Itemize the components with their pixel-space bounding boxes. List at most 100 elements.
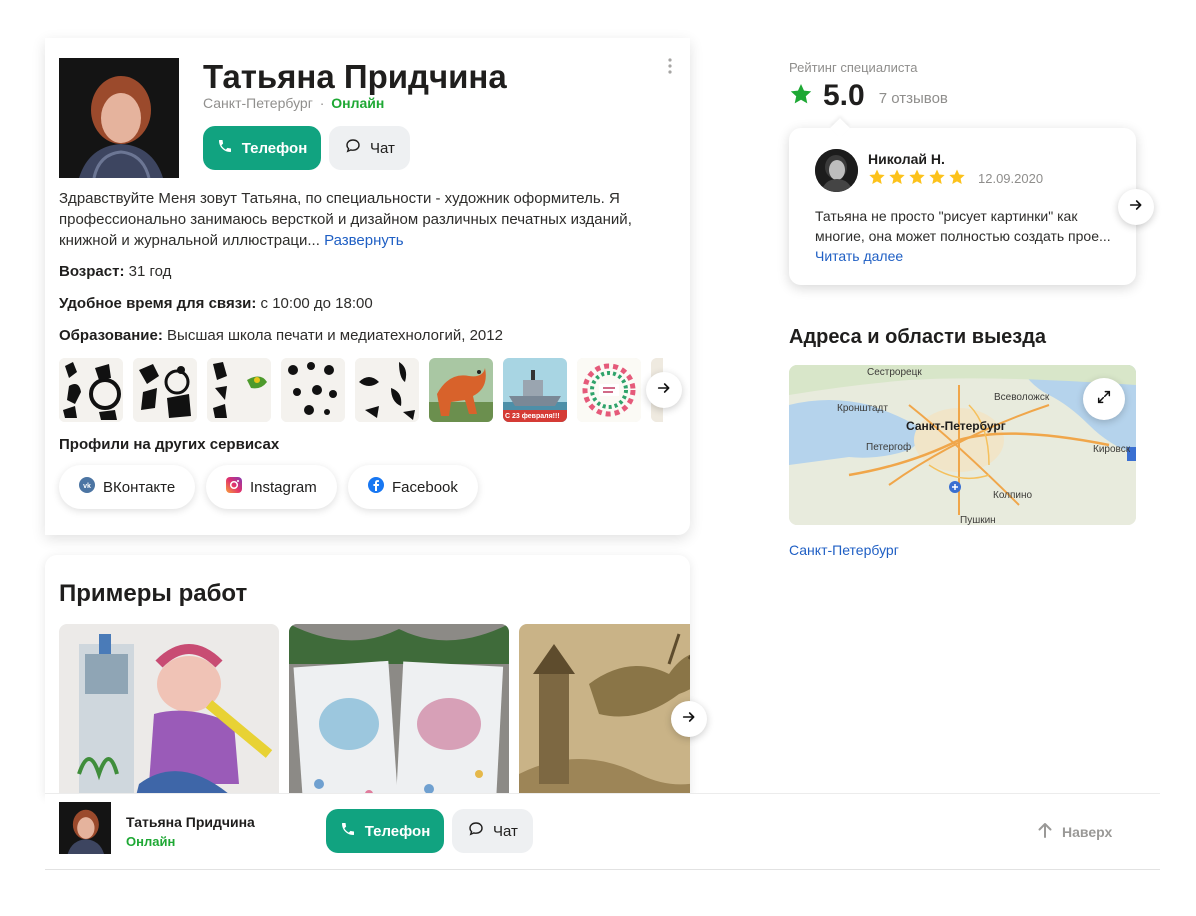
map-label-kronshtadt: Кронштадт: [837, 403, 888, 414]
bottom-chat-label: Чат: [493, 822, 518, 840]
review-card[interactable]: Николай Н. 12.09.2020 Татьяна не просто …: [789, 118, 1136, 285]
rating-value: 5.0: [823, 79, 865, 112]
facebook-profile-button[interactable]: Facebook: [348, 465, 478, 509]
reviewer-avatar: [815, 149, 858, 192]
education-label: Образование:: [59, 327, 163, 344]
review-text: Татьяна не просто "рисует картинки" как …: [815, 208, 1111, 244]
facebook-icon: [368, 477, 384, 497]
sticky-bottom-bar: Татьяна Придчина Онлайн Телефон Чат Наве…: [45, 793, 1160, 870]
specialist-name: Татьяна Придчина: [203, 58, 507, 95]
phone-button-label: Телефон: [241, 139, 308, 157]
map-label-pushkin: Пушкин: [960, 515, 996, 525]
bottom-bar-avatar: [59, 802, 111, 854]
review-star-icon: [869, 169, 885, 185]
map-label-vsevolozhsk: Всеволожск: [994, 392, 1050, 403]
service-area-map[interactable]: Сестрорецк Всеволожск Кронштадт Санкт-Пе…: [789, 365, 1136, 525]
works-next-button[interactable]: [671, 701, 707, 737]
chat-button[interactable]: Чат: [329, 126, 410, 170]
age-row: Возраст: 31 год: [59, 263, 171, 280]
rating-label: Рейтинг специалиста: [789, 60, 918, 75]
contact-time-row: Удобное время для связи: с 10:00 до 18:0…: [59, 295, 373, 312]
portfolio-thumbnail[interactable]: [59, 358, 123, 422]
education-row: Образование: Высшая школа печати и медиа…: [59, 327, 503, 344]
separator: ·: [319, 95, 325, 111]
bottom-phone-button[interactable]: Телефон: [326, 809, 444, 853]
vk-label: ВКонтакте: [103, 478, 176, 496]
portfolio-thumbnail[interactable]: С 23 февраля!!!: [503, 358, 567, 422]
instagram-icon: [226, 477, 242, 497]
expand-icon: [1096, 389, 1112, 410]
scroll-to-top-button[interactable]: Наверх: [1038, 822, 1112, 841]
profile-card: Татьяна Придчина Санкт-Петербург · Онлай…: [45, 38, 690, 535]
chat-button-label: Чат: [370, 139, 395, 157]
bottom-chat-button[interactable]: Чат: [452, 809, 533, 853]
review-star-icon: [929, 169, 945, 185]
portfolio-thumbnail[interactable]: [577, 358, 641, 422]
map-label-kirovsk: Кировск: [1093, 444, 1131, 455]
city-text: Санкт-Петербург: [203, 95, 313, 111]
portfolio-thumbnail[interactable]: [429, 358, 493, 422]
works-title: Примеры работ: [59, 580, 248, 607]
portfolio-thumbnail[interactable]: [281, 358, 345, 422]
avatar: [59, 58, 179, 178]
map-label-kolpino: Колпино: [993, 490, 1033, 501]
addresses-title: Адреса и области выезда: [789, 326, 1047, 348]
bottom-bar-status: Онлайн: [126, 834, 176, 849]
star-icon: [789, 82, 813, 111]
location-status: Санкт-Петербург · Онлайн: [203, 95, 384, 111]
read-more-link[interactable]: Читать далее: [815, 248, 903, 264]
arrow-right-icon: [656, 380, 672, 401]
facebook-label: Facebook: [392, 478, 458, 496]
more-options-icon[interactable]: [665, 58, 675, 76]
arrow-right-icon: [1128, 197, 1144, 218]
arrow-up-icon: [1038, 822, 1052, 841]
contact-time-label: Удобное время для связи:: [59, 295, 257, 312]
review-stars: [868, 168, 966, 186]
education-value: Высшая школа печати и медиатехнологий, 2…: [167, 327, 503, 344]
map-label-peterhof: Петергоф: [866, 442, 912, 453]
phone-icon: [340, 821, 356, 841]
arrow-right-icon: [681, 709, 697, 730]
vk-profile-button[interactable]: vk ВКонтакте: [59, 465, 196, 509]
rating-summary: 5.0 7 отзывов: [789, 79, 948, 113]
map-label-sestroretsk: Сестрорецк: [867, 367, 922, 378]
phone-icon: [217, 138, 233, 158]
reviews-next-button[interactable]: [1118, 189, 1154, 225]
review-star-icon: [949, 169, 965, 185]
thumbnails-next-button[interactable]: [646, 372, 682, 408]
review-date: 12.09.2020: [978, 171, 1044, 186]
review-card-notch: [830, 118, 850, 138]
expand-link[interactable]: Развернуть: [324, 232, 404, 249]
bottom-phone-label: Телефон: [364, 822, 431, 840]
chat-icon: [344, 137, 362, 159]
vk-icon: vk: [79, 477, 95, 497]
review-star-icon: [889, 169, 905, 185]
review-star-icon: [909, 169, 925, 185]
profile-description: Здравствуйте Меня зовут Татьяна, по спец…: [59, 188, 659, 251]
scroll-to-top-label: Наверх: [1062, 823, 1113, 840]
portfolio-thumbnails: С 23 февраля!!!: [59, 358, 663, 422]
portfolio-thumbnail[interactable]: [207, 358, 271, 422]
age-label: Возраст:: [59, 263, 125, 280]
bottom-bar-name: Татьяна Придчина: [126, 814, 255, 830]
chat-icon: [467, 820, 485, 842]
other-profiles-title: Профили на других сервисах: [59, 436, 280, 453]
work-image[interactable]: [59, 624, 279, 795]
work-image[interactable]: [519, 624, 690, 795]
instagram-label: Instagram: [250, 478, 317, 496]
svg-text:vk: vk: [83, 483, 91, 490]
online-status: Онлайн: [331, 95, 385, 111]
contact-time-value: с 10:00 до 18:00: [260, 295, 373, 312]
map-label-spb: Санкт-Петербург: [906, 419, 1006, 433]
portfolio-thumbnail[interactable]: [355, 358, 419, 422]
service-city-link[interactable]: Санкт-Петербург: [789, 542, 899, 558]
map-expand-button[interactable]: [1083, 378, 1125, 420]
reviews-count[interactable]: 7 отзывов: [879, 90, 948, 107]
work-image[interactable]: [289, 624, 509, 795]
thumbnail-caption: С 23 февраля!!!: [505, 413, 560, 420]
instagram-profile-button[interactable]: Instagram: [206, 465, 337, 509]
portfolio-thumbnail[interactable]: [133, 358, 197, 422]
works-card: Примеры работ: [45, 555, 690, 795]
phone-button[interactable]: Телефон: [203, 126, 321, 170]
reviewer-name: Николай Н.: [868, 151, 945, 167]
